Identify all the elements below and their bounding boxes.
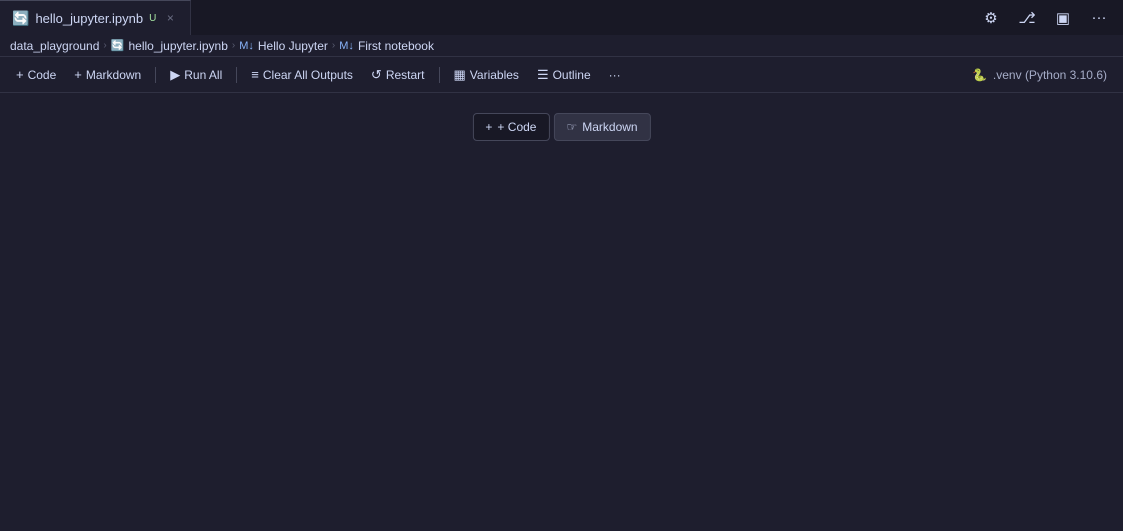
- breadcrumb: data_playground › 🔄 hello_jupyter.ipynb …: [0, 35, 1123, 57]
- tab-label: hello_jupyter.ipynb: [35, 11, 143, 26]
- main-area: + + Code ☞ Markdown: [0, 93, 1123, 531]
- floating-cell-buttons: + + Code ☞ Markdown: [472, 113, 650, 141]
- source-control-icon-button[interactable]: ⎇: [1013, 4, 1041, 32]
- floating-markdown-cursor-icon: ☞: [566, 120, 577, 134]
- floating-code-button[interactable]: + + Code: [472, 113, 549, 141]
- floating-markdown-label: Markdown: [582, 120, 637, 134]
- breadcrumb-sep-3: ›: [332, 40, 335, 51]
- restart-label: Restart: [386, 68, 425, 82]
- breadcrumb-sep-2: ›: [232, 40, 235, 51]
- breadcrumb-sep-1: ›: [103, 40, 106, 51]
- toolbar-separator-1: [155, 67, 156, 83]
- toolbar-separator-2: [236, 67, 237, 83]
- breadcrumb-file-icon: 🔄: [111, 39, 125, 52]
- variables-button[interactable]: ▦ Variables: [446, 62, 527, 88]
- toolbar: + Code + Markdown ▶ Run All ≡ Clear All …: [0, 57, 1123, 93]
- clear-icon: ≡: [251, 67, 259, 82]
- breadcrumb-md-icon-2: M↓: [339, 40, 354, 52]
- add-code-label: Code: [28, 68, 57, 82]
- outline-icon: ☰: [537, 67, 549, 83]
- run-all-button[interactable]: ▶ Run All: [162, 62, 230, 88]
- add-markdown-button[interactable]: + Markdown: [66, 62, 149, 88]
- variables-label: Variables: [470, 68, 519, 82]
- breadcrumb-section1[interactable]: Hello Jupyter: [258, 39, 328, 53]
- tab-dirty-indicator: U: [149, 13, 156, 24]
- more-toolbar-button[interactable]: ···: [601, 62, 629, 88]
- kernel-label: .venv (Python 3.10.6): [993, 68, 1107, 82]
- restart-button[interactable]: ↺ Restart: [363, 62, 433, 88]
- more-actions-icon-button[interactable]: ···: [1085, 4, 1113, 32]
- floating-code-label: + Code: [497, 120, 536, 134]
- add-icon: +: [16, 67, 24, 82]
- floating-markdown-button[interactable]: ☞ Markdown: [553, 113, 650, 141]
- toolbar-separator-3: [439, 67, 440, 83]
- layout-icon-button[interactable]: ▣: [1049, 4, 1077, 32]
- breadcrumb-root[interactable]: data_playground: [10, 39, 99, 53]
- add-code-button[interactable]: + Code: [8, 62, 64, 88]
- outline-button[interactable]: ☰ Outline: [529, 62, 599, 88]
- breadcrumb-md-icon-1: M↓: [239, 40, 254, 52]
- clear-all-outputs-button[interactable]: ≡ Clear All Outputs: [243, 62, 361, 88]
- tab-close-button[interactable]: ×: [162, 10, 178, 26]
- clear-all-label: Clear All Outputs: [263, 68, 353, 82]
- tab-bar: 🔄 hello_jupyter.ipynb U × ⚙ ⎇ ▣ ···: [0, 0, 1123, 35]
- settings-icon-button[interactable]: ⚙: [977, 4, 1005, 32]
- run-all-label: Run All: [184, 68, 222, 82]
- add-markdown-label: Markdown: [86, 68, 141, 82]
- outline-label: Outline: [553, 68, 591, 82]
- markdown-icon: +: [74, 67, 82, 82]
- variables-icon: ▦: [454, 67, 466, 83]
- tab-item[interactable]: 🔄 hello_jupyter.ipynb U ×: [0, 0, 191, 35]
- kernel-info-button[interactable]: 🐍 .venv (Python 3.10.6): [964, 65, 1115, 85]
- more-toolbar-label: ···: [609, 68, 621, 82]
- restart-icon: ↺: [371, 67, 382, 83]
- kernel-icon: 🐍: [972, 68, 987, 82]
- run-all-icon: ▶: [170, 67, 180, 83]
- breadcrumb-section2[interactable]: First notebook: [358, 39, 434, 53]
- floating-code-icon: +: [485, 120, 492, 134]
- breadcrumb-file[interactable]: hello_jupyter.ipynb: [128, 39, 227, 53]
- file-icon: 🔄: [12, 10, 29, 27]
- top-right-icons: ⚙ ⎇ ▣ ···: [977, 4, 1123, 32]
